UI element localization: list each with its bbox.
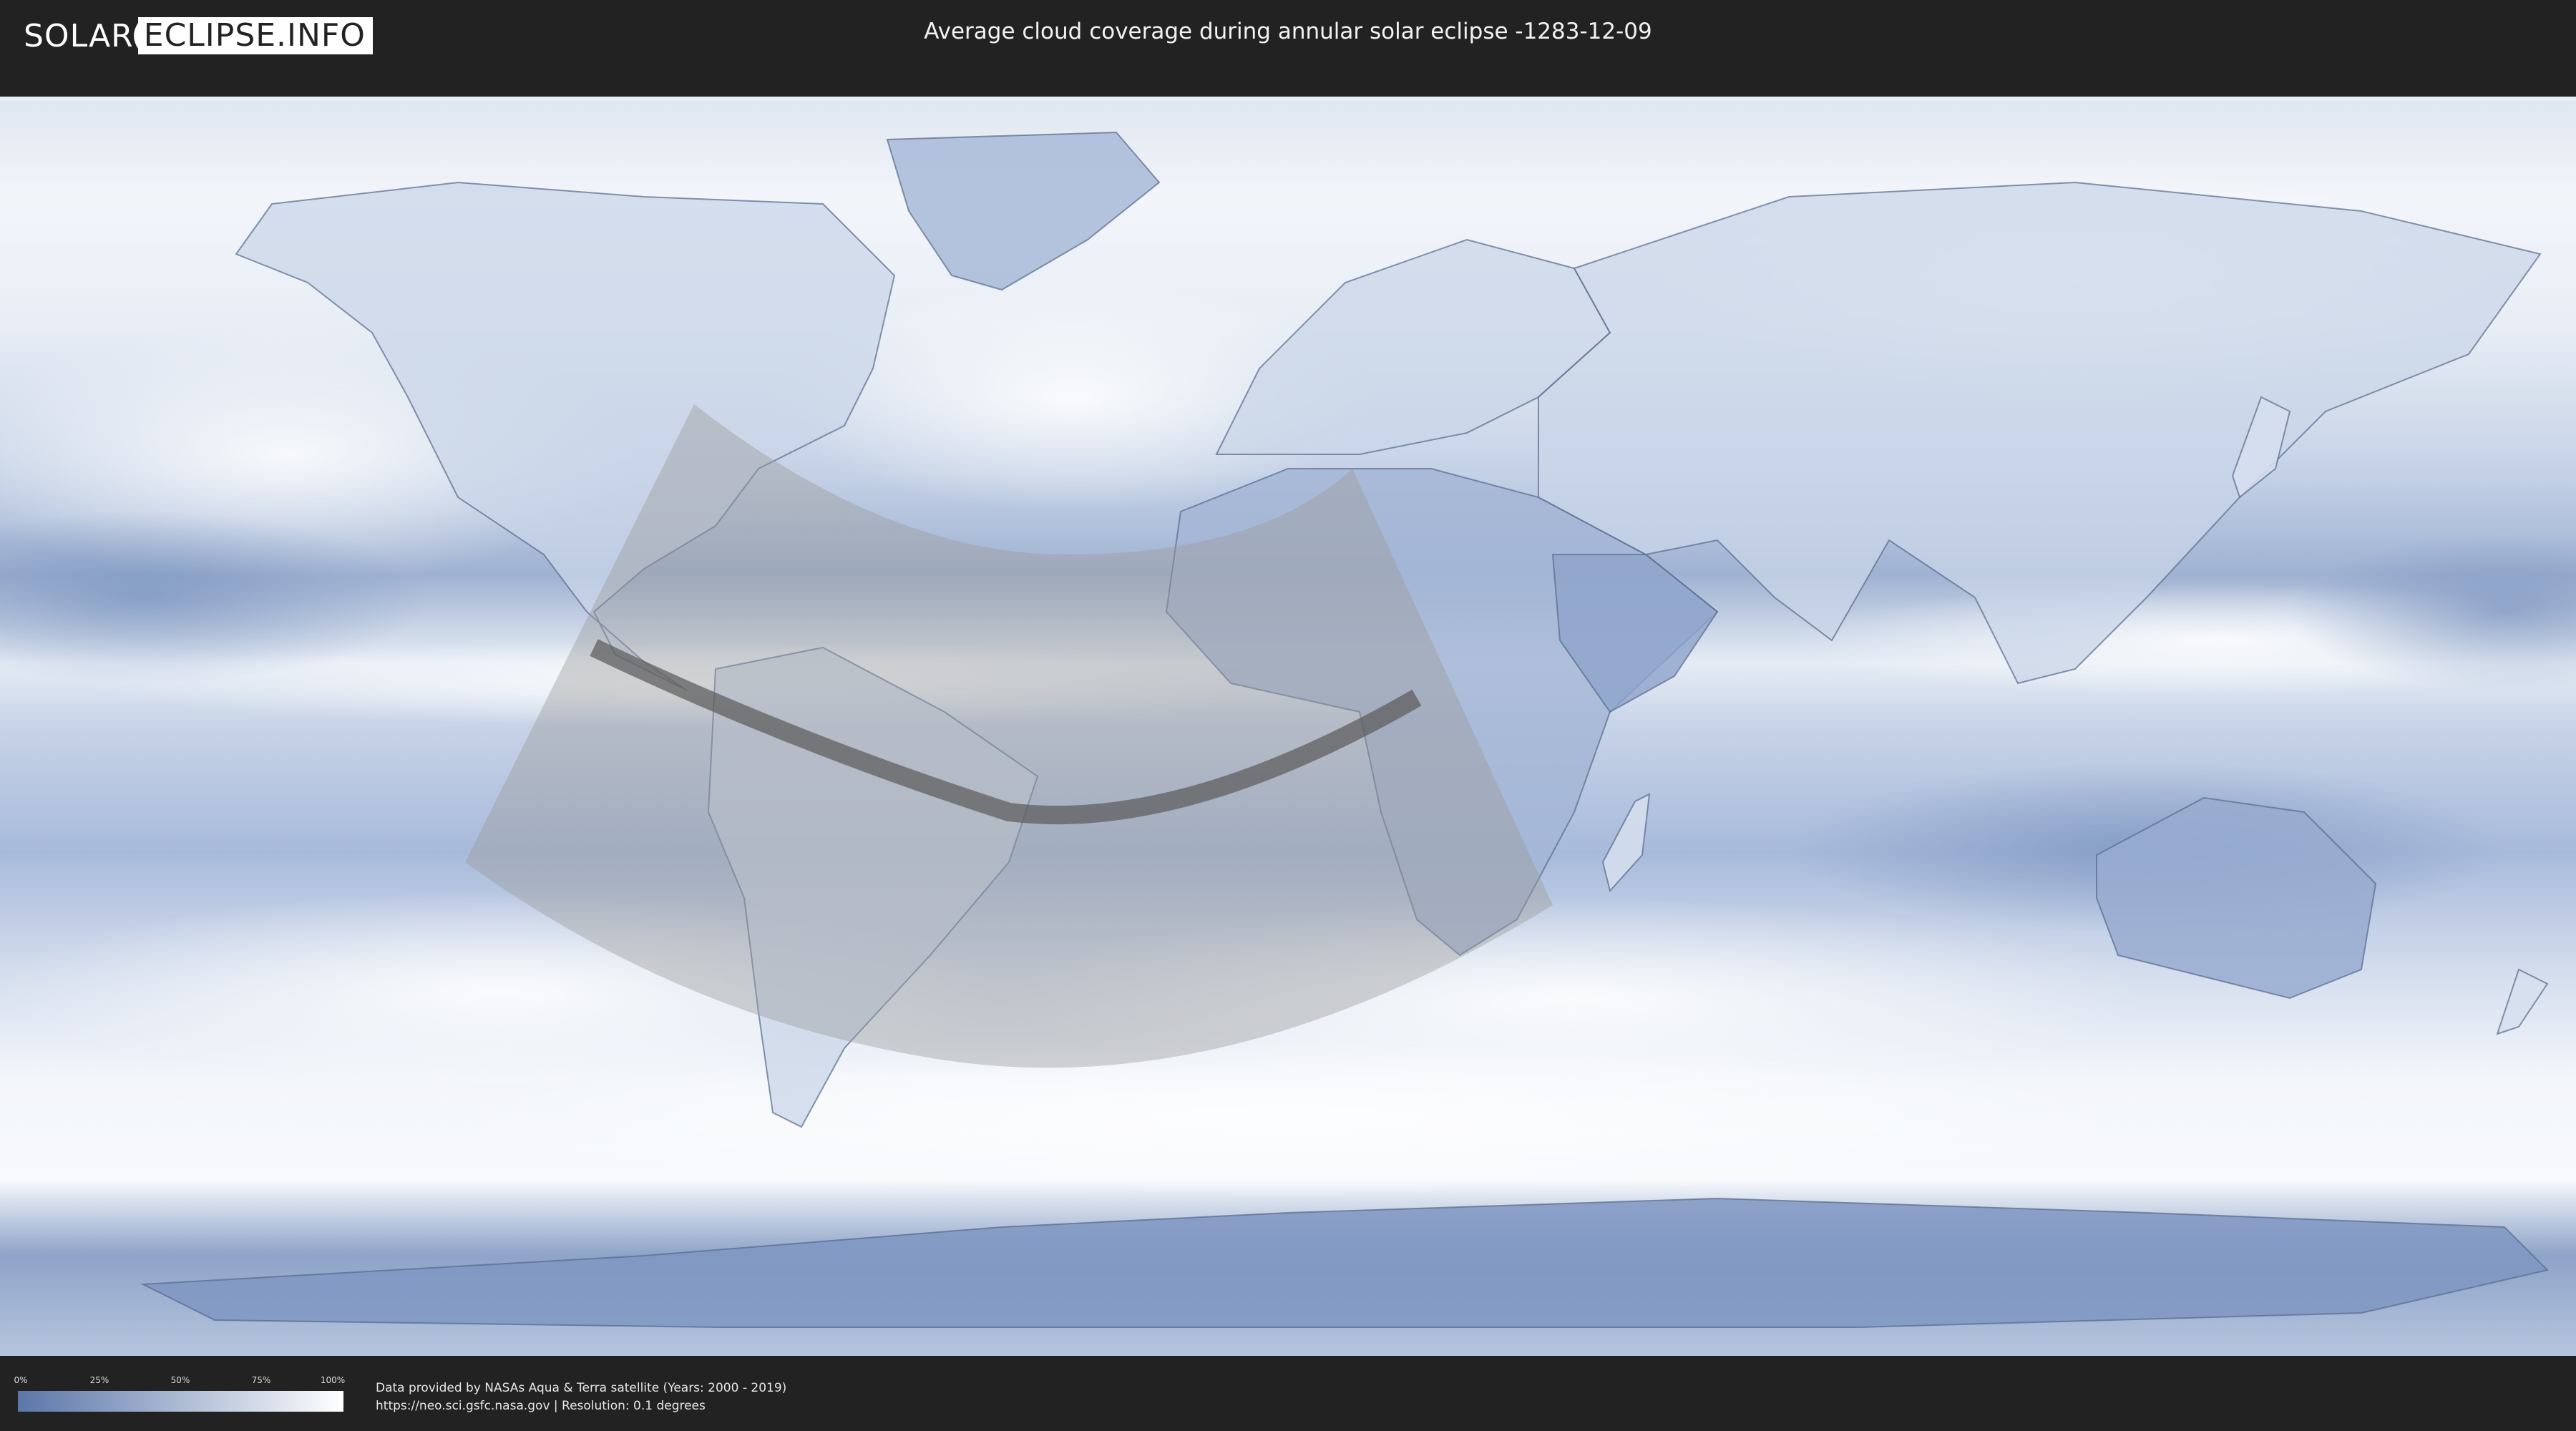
header: SOLAR ECLIPSE.INFO Average cloud coverag… bbox=[0, 0, 2576, 70]
legend-tick-100: 100% bbox=[320, 1375, 346, 1385]
legend-tick-75: 75% bbox=[251, 1375, 271, 1385]
cloud-coverage-legend: 0% 25% 50% 75% 100% bbox=[14, 1375, 346, 1418]
legend-tick-50: 50% bbox=[170, 1375, 190, 1385]
world-map-svg bbox=[0, 97, 2576, 1356]
map-top-edge bbox=[0, 97, 2576, 101]
legend-tick-0: 0% bbox=[14, 1375, 28, 1385]
legend-tick-25: 25% bbox=[89, 1375, 109, 1385]
page-title: Average cloud coverage during annular so… bbox=[924, 19, 1652, 44]
data-credits: Data provided by NASAs Aqua & Terra sate… bbox=[376, 1379, 786, 1415]
credits-line-2: https://neo.sci.gsfc.nasa.gov | Resoluti… bbox=[376, 1399, 706, 1413]
footer: 0% 25% 50% 75% 100% Data provided by NAS… bbox=[0, 1359, 2576, 1431]
cloud-coverage-map bbox=[0, 97, 2576, 1356]
credits-line-1: Data provided by NASAs Aqua & Terra sate… bbox=[376, 1381, 787, 1395]
legend-color-bar bbox=[18, 1391, 343, 1412]
